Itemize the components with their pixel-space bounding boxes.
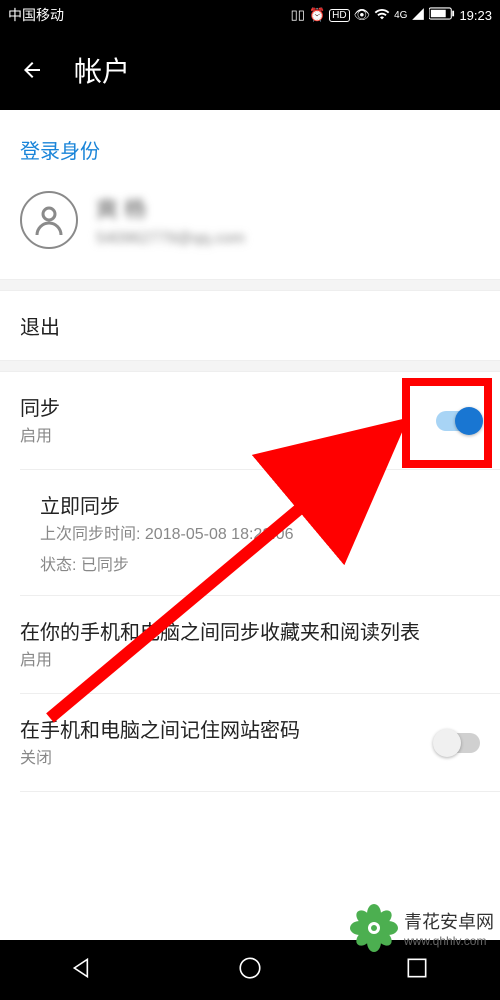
profile-row[interactable]: 爽 杨 540962779@qq.com (0, 179, 500, 279)
back-icon[interactable] (20, 58, 44, 82)
divider (20, 791, 500, 792)
hd-badge: HD (329, 9, 349, 22)
avatar-icon (20, 191, 78, 249)
sync-toggle[interactable] (436, 411, 480, 431)
watermark-name: 青花安卓网 (404, 908, 494, 934)
signal-icon (411, 7, 425, 24)
divider (0, 279, 500, 291)
status-icons: ▯▯ ⏰ HD 👁 4G 19:23 (291, 6, 492, 25)
sync-title: 同步 (20, 392, 60, 421)
divider (0, 360, 500, 372)
profile-name: 爽 杨 (96, 192, 245, 224)
page-title: 帐户 (74, 50, 130, 90)
remember-password-row: 在手机和电脑之间记住网站密码 关闭 (0, 694, 500, 791)
watermark-url: www.qhhlv.com (404, 934, 494, 948)
profile-email: 540962779@qq.com (96, 230, 245, 248)
sync-now-lastsync: 上次同步时间: 2018-05-08 18:22:06 (40, 523, 293, 547)
remember-password-subtitle: 关闭 (20, 747, 300, 771)
logout-label: 退出 (20, 311, 60, 340)
battery-icon (429, 7, 455, 23)
nav-home-icon[interactable] (237, 955, 263, 986)
login-identity-label: 登录身份 (0, 110, 500, 179)
network-4g: 4G (394, 10, 407, 21)
vibrate-icon: ▯▯ (291, 7, 305, 23)
sync-now-title: 立即同步 (40, 490, 293, 519)
wifi-icon (374, 6, 390, 25)
remember-password-toggle[interactable] (436, 733, 480, 753)
sync-favorites-row[interactable]: 在你的手机和电脑之间同步收藏夹和阅读列表 启用 (0, 596, 500, 693)
status-bar: 中国移动 ▯▯ ⏰ HD 👁 4G 19:23 (0, 0, 500, 30)
nav-recent-icon[interactable] (404, 955, 430, 986)
eye-icon: 👁 (354, 7, 371, 23)
watermark: 青花安卓网 www.qhhlv.com (350, 904, 494, 952)
sync-now-row[interactable]: 立即同步 上次同步时间: 2018-05-08 18:22:06 状态: 已同步 (0, 470, 500, 595)
sync-favorites-subtitle: 启用 (20, 649, 420, 673)
remember-password-title: 在手机和电脑之间记住网站密码 (20, 714, 300, 743)
carrier-label: 中国移动 (8, 5, 64, 25)
alarm-icon: ⏰ (309, 7, 325, 23)
sync-row: 同步 启用 (0, 372, 500, 469)
clock-label: 19:23 (459, 8, 492, 23)
app-header: 帐户 (0, 30, 500, 110)
sync-favorites-title: 在你的手机和电脑之间同步收藏夹和阅读列表 (20, 616, 420, 645)
sync-subtitle: 启用 (20, 425, 60, 449)
logout-row[interactable]: 退出 (0, 291, 500, 360)
watermark-logo-icon (350, 904, 398, 952)
nav-back-icon[interactable] (70, 955, 96, 986)
sync-now-status: 状态: 已同步 (40, 551, 293, 575)
